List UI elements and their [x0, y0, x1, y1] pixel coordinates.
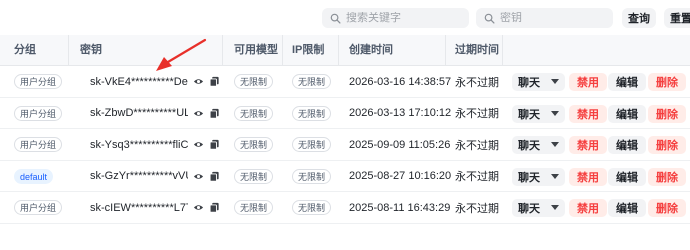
edit-button[interactable]: 编辑 — [608, 199, 646, 217]
ip-tag: 无限制 — [292, 105, 332, 121]
chat-label: 聊天 — [518, 77, 540, 89]
disable-button[interactable]: 禁用 — [569, 167, 607, 186]
ip-tag: 无限制 — [292, 200, 332, 215]
api-key-text: sk-VkE4**********DeHz — [90, 75, 188, 88]
header-divider — [445, 35, 446, 66]
header-divider — [282, 35, 283, 66]
models-tag: 无限制 — [234, 137, 274, 152]
api-key-text: sk-Ysq3**********fliC — [90, 138, 188, 151]
chat-label: 聊天 — [518, 108, 540, 121]
chevron-down-icon[interactable] — [551, 79, 559, 84]
eye-icon[interactable] — [193, 171, 204, 182]
created-time: 2025-08-11 16:43:29 — [349, 201, 451, 214]
expire-time: 永不过期 — [455, 76, 499, 89]
expire-time: 永不过期 — [455, 108, 499, 120]
disable-button[interactable]: 禁用 — [569, 104, 607, 123]
eye-icon[interactable] — [193, 108, 204, 119]
header-divider — [68, 35, 69, 66]
group-tag: 用户分组 — [14, 200, 63, 215]
edit-button[interactable]: 编辑 — [608, 104, 646, 123]
chat-label: 聊天 — [518, 203, 540, 215]
ip-tag: 无限制 — [292, 168, 332, 184]
chevron-down-icon[interactable] — [551, 142, 559, 147]
group-tag: 用户分组 — [14, 74, 63, 89]
expire-time: 永不过期 — [455, 171, 499, 183]
edit-button[interactable]: 编辑 — [608, 136, 646, 154]
copy-icon[interactable] — [209, 108, 220, 119]
disable-button[interactable]: 禁用 — [569, 73, 607, 91]
delete-button[interactable]: 删除 — [648, 199, 686, 217]
delete-button[interactable]: 删除 — [648, 104, 686, 123]
table-row: default sk-GzYr**********vVU9 无限制 无限制 20… — [0, 161, 690, 192]
chevron-down-icon[interactable] — [551, 110, 559, 116]
eye-icon[interactable] — [193, 202, 204, 213]
edit-button[interactable]: 编辑 — [608, 73, 646, 91]
chevron-down-icon[interactable] — [551, 173, 559, 179]
table-header: 分组 密钥 可用模型 IP限制 创建时间 过期时间 — [0, 35, 690, 66]
table-row: 用户分组 sk-cIEW**********L7Tj 无限制 无限制 2025-… — [0, 192, 690, 224]
header-expire: 过期时间 — [455, 44, 499, 56]
header-models: 可用模型 — [234, 44, 278, 56]
reset-button[interactable]: 重置 — [664, 8, 690, 28]
chat-label: 聊天 — [518, 140, 540, 152]
delete-button[interactable]: 删除 — [648, 167, 686, 186]
api-key-text: sk-ZbwD**********ULEt — [90, 107, 188, 119]
created-time: 2026-03-16 14:38:57 — [349, 75, 452, 88]
group-tag: 用户分组 — [14, 105, 63, 121]
chevron-down-icon[interactable] — [551, 205, 559, 210]
search-bar: 查询 重置 — [0, 8, 690, 28]
header-divider — [502, 35, 503, 66]
chat-dropdown-button[interactable]: 聊天 — [512, 199, 565, 217]
header-divider — [222, 35, 223, 66]
edit-button[interactable]: 编辑 — [608, 167, 646, 186]
keyword-search-input[interactable] — [346, 12, 446, 24]
models-tag: 无限制 — [234, 74, 274, 89]
created-time: 2025-09-09 11:05:26 — [349, 138, 451, 151]
created-time: 2026-03-13 17:10:12 — [349, 107, 452, 119]
token-table: 分组 密钥 可用模型 IP限制 创建时间 过期时间 用户分组 sk-VkE4**… — [0, 35, 690, 224]
eye-icon[interactable] — [193, 139, 204, 150]
chat-dropdown-button[interactable]: 聊天 — [512, 167, 565, 186]
models-tag: 无限制 — [234, 105, 274, 121]
delete-button[interactable]: 删除 — [648, 73, 686, 91]
header-created: 创建时间 — [349, 44, 393, 56]
header-key: 密钥 — [80, 44, 102, 56]
chat-dropdown-button[interactable]: 聊天 — [512, 136, 565, 154]
expire-time: 永不过期 — [455, 139, 499, 152]
header-divider — [338, 35, 339, 66]
created-time: 2025-08-27 10:16:20 — [349, 170, 452, 182]
query-button[interactable]: 查询 — [622, 8, 656, 28]
key-search-field[interactable] — [476, 8, 613, 28]
header-ip: IP限制 — [292, 44, 325, 56]
chat-dropdown-button[interactable]: 聊天 — [512, 73, 565, 91]
search-icon — [484, 13, 495, 24]
search-icon — [330, 13, 341, 24]
group-tag: default — [14, 168, 54, 184]
api-key-text: sk-cIEW**********L7Tj — [90, 201, 188, 214]
ip-tag: 无限制 — [292, 137, 332, 152]
eye-icon[interactable] — [193, 76, 204, 87]
models-tag: 无限制 — [234, 200, 274, 215]
header-group: 分组 — [14, 44, 36, 56]
key-search-input[interactable] — [500, 12, 600, 24]
table-row: 用户分组 sk-VkE4**********DeHz 无限制 无限制 2026-… — [0, 66, 690, 98]
copy-icon[interactable] — [209, 202, 220, 213]
group-tag: 用户分组 — [14, 137, 63, 152]
models-tag: 无限制 — [234, 168, 274, 184]
expire-time: 永不过期 — [455, 202, 499, 215]
table-row: 用户分组 sk-ZbwD**********ULEt 无限制 无限制 2026-… — [0, 98, 690, 129]
chat-dropdown-button[interactable]: 聊天 — [512, 104, 565, 123]
ip-tag: 无限制 — [292, 74, 332, 89]
chat-label: 聊天 — [518, 171, 540, 184]
copy-icon[interactable] — [209, 171, 220, 182]
disable-button[interactable]: 禁用 — [569, 136, 607, 154]
copy-icon[interactable] — [209, 139, 220, 150]
table-row: 用户分组 sk-Ysq3**********fliC 无限制 无限制 2025-… — [0, 129, 690, 161]
copy-icon[interactable] — [209, 76, 220, 87]
delete-button[interactable]: 删除 — [648, 136, 686, 154]
disable-button[interactable]: 禁用 — [569, 199, 607, 217]
api-key-text: sk-GzYr**********vVU9 — [90, 170, 188, 182]
keyword-search-field[interactable] — [322, 8, 469, 28]
